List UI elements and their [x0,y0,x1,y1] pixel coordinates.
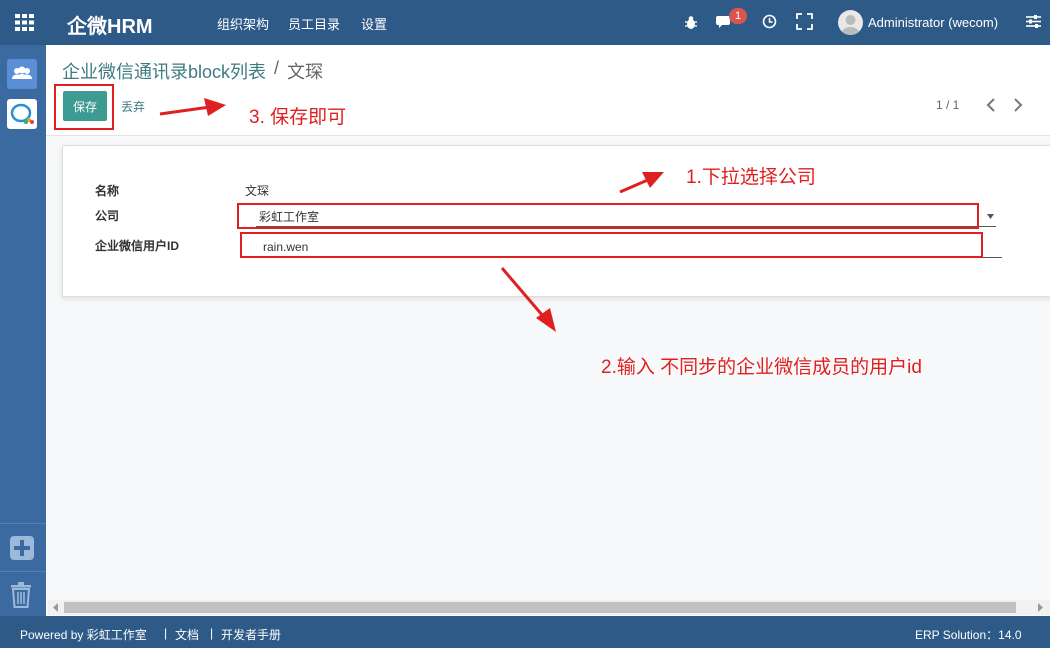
settings-sliders-icon[interactable] [1026,14,1041,29]
employees-icon [12,66,32,79]
company-label: 公司 [95,209,120,223]
company-highlight-box [237,203,979,229]
scrollbar-thumb[interactable] [64,602,1016,613]
top-navbar: 企微HRM 组织架构 员工目录 设置 1 Administrator (weco… [0,0,1050,45]
footer-sep: | [210,626,214,640]
user-avatar-icon[interactable] [838,10,863,35]
name-label: 名称 [95,184,120,198]
trash-icon[interactable] [10,582,32,608]
chat-count-badge: 1 [729,8,747,24]
footer-sep: | [164,626,168,640]
breadcrumb-separator: / [274,58,280,78]
footer-version: ERP Solution：14.0 [915,628,1022,642]
wecom-icon [10,103,34,124]
scroll-left-icon[interactable] [52,603,60,612]
chevron-down-icon [987,214,994,219]
bug-icon[interactable] [684,15,698,30]
footer-powered-by[interactable]: Powered by 彩虹工作室 [20,626,147,643]
annotation-step1: 1.下拉选择公司 [686,167,816,188]
userid-label: 企业微信用户ID [95,239,180,253]
footer-docs-link[interactable]: 文档 [175,626,199,643]
menu-organization[interactable]: 组织架构 [217,14,269,33]
save-highlight-box [54,84,114,130]
add-icon[interactable] [10,536,34,560]
clock-icon[interactable] [762,14,777,29]
main-content: 企业微信通讯录block列表 / 文琛 保存 丢弃 1 / 1 名称 文琛 公司… [46,45,1050,616]
chevron-right-icon[interactable] [1011,97,1025,113]
breadcrumb-parent[interactable]: 企业微信通讯录block列表 [62,58,266,84]
apps-grid-icon[interactable] [15,14,34,31]
annotation-step3: 3. 保存即可 [249,107,347,128]
chevron-left-icon[interactable] [984,97,998,113]
control-panel: 企业微信通讯录block列表 / 文琛 保存 丢弃 1 / 1 [46,45,1050,136]
userid-highlight-box [240,232,983,258]
pager-value[interactable]: 1 / 1 [936,98,959,112]
footer: Powered by 彩虹工作室 | 文档 | 开发者手册 ERP Soluti… [0,616,1050,648]
fullscreen-icon[interactable] [796,13,813,30]
sidebar-employees-button[interactable] [7,59,37,89]
name-value: 文琛 [245,184,270,198]
left-sidebar [0,45,46,616]
breadcrumb-current: 文琛 [287,62,323,82]
scroll-right-icon[interactable] [1036,603,1044,612]
app-brand[interactable]: 企微HRM [67,10,153,39]
sidebar-wecom-button[interactable] [7,99,37,129]
annotation-step2: 2.输入 不同步的企业微信成员的用户id [601,357,922,378]
menu-settings[interactable]: 设置 [361,14,387,33]
menu-employee-directory[interactable]: 员工目录 [288,14,340,33]
horizontal-scrollbar[interactable] [48,600,1050,615]
user-menu[interactable]: Administrator (wecom) [868,15,998,30]
discard-button[interactable]: 丢弃 [121,98,145,115]
footer-dev-manual-link[interactable]: 开发者手册 [221,626,281,643]
